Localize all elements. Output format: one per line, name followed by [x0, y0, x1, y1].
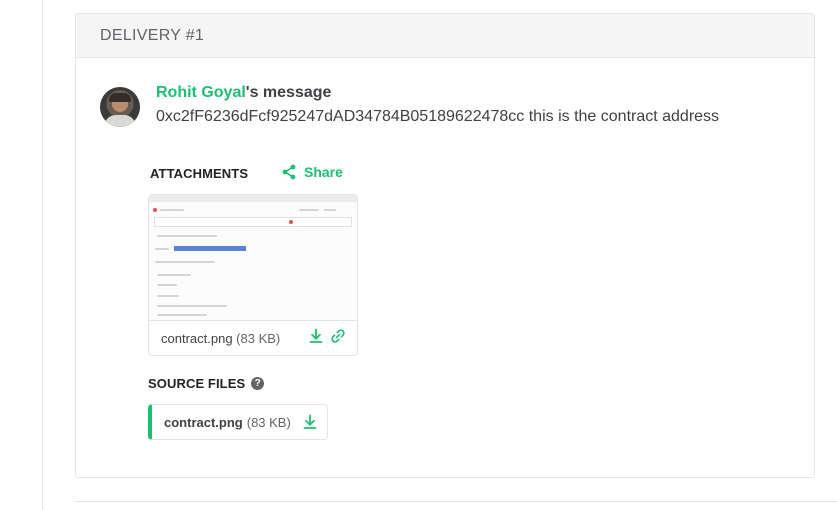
bottom-divider — [75, 501, 837, 502]
preview-logo — [153, 208, 157, 212]
share-icon — [282, 164, 296, 180]
preview-field — [154, 217, 352, 227]
share-button[interactable]: Share — [281, 164, 343, 180]
source-file-item[interactable]: contract.png (83 KB) — [148, 404, 328, 440]
preview-line — [157, 314, 207, 316]
delivery-title: DELIVERY #1 — [100, 26, 205, 44]
preview-line — [157, 305, 227, 307]
preview-line — [157, 274, 191, 276]
attachment-file-name: contract.png — [161, 331, 233, 346]
message-heading-suffix: 's message — [245, 84, 332, 101]
preview-line — [299, 209, 319, 211]
delivery-header: DELIVERY #1 — [76, 14, 814, 58]
avatar-shirt — [104, 115, 136, 127]
avatar-hat — [109, 93, 131, 102]
attachment-file-info: contract.png (83 KB) — [161, 331, 280, 346]
link-icon[interactable] — [330, 328, 346, 344]
attachment-card[interactable]: contract.png (83 KB) — [148, 194, 358, 356]
attachment-file-size: (83 KB) — [236, 331, 281, 346]
source-files-heading: SOURCE FILES ? — [148, 376, 265, 391]
attachment-preview-image[interactable] — [149, 195, 357, 321]
source-files-label: SOURCE FILES — [148, 376, 246, 391]
delivery-card: DELIVERY #1 Rohit Goyal's message 0xc2fF… — [75, 13, 815, 478]
preview-line — [157, 284, 177, 286]
attachment-actions — [308, 328, 346, 344]
source-file-name[interactable]: contract.png — [164, 415, 243, 430]
attachments-label: ATTACHMENTS — [150, 166, 249, 181]
source-file-size: (83 KB) — [246, 414, 291, 430]
preview-browser-bar — [149, 195, 357, 202]
preview-dot — [289, 220, 293, 224]
question-circle-icon[interactable]: ? — [251, 377, 265, 390]
preview-line — [157, 235, 217, 237]
preview-line — [324, 209, 336, 211]
preview-highlight — [174, 246, 246, 251]
preview-line — [160, 209, 184, 211]
preview-line — [155, 248, 169, 250]
preview-line — [157, 295, 179, 297]
download-icon[interactable] — [308, 328, 324, 344]
preview-line — [155, 261, 215, 263]
message-heading: Rohit Goyal's message — [156, 84, 331, 102]
avatar[interactable] — [100, 87, 140, 127]
download-icon[interactable] — [302, 414, 318, 430]
message-body: 0xc2fF6236dFcf925247dAD34784B05189622478… — [156, 108, 720, 125]
left-divider — [42, 0, 43, 510]
sender-name-link[interactable]: Rohit Goyal — [156, 84, 246, 101]
share-label: Share — [304, 164, 343, 180]
